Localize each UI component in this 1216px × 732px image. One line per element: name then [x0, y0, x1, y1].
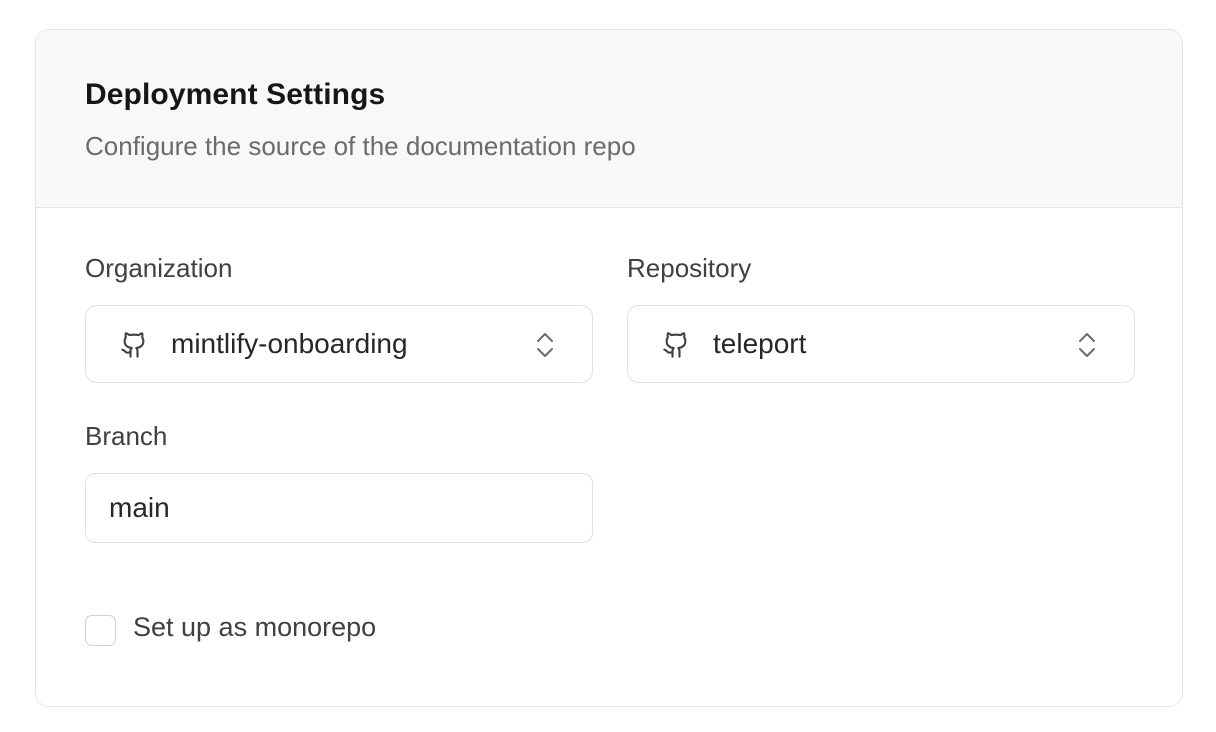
chevron-up-down-icon	[1079, 333, 1095, 357]
organization-value: mintlify-onboarding	[171, 328, 408, 359]
organization-select[interactable]: mintlify-onboarding	[85, 305, 593, 383]
branch-input[interactable]	[85, 473, 593, 543]
repository-label: Repository	[627, 253, 752, 283]
organization-label: Organization	[85, 253, 233, 283]
github-icon	[121, 332, 145, 358]
branch-label: Branch	[85, 421, 168, 451]
repository-value: teleport	[713, 328, 807, 359]
page-title: Deployment Settings	[85, 78, 386, 111]
card-header: Deployment Settings Configure the source…	[36, 30, 1182, 208]
monorepo-checkbox-label[interactable]: Set up as monorepo	[133, 612, 376, 643]
github-icon	[663, 332, 687, 358]
deployment-settings-card: Deployment Settings Configure the source…	[35, 29, 1183, 707]
monorepo-checkbox[interactable]	[85, 615, 116, 646]
chevron-up-down-icon	[537, 333, 553, 357]
page-subtitle: Configure the source of the documentatio…	[85, 131, 636, 161]
repository-select[interactable]: teleport	[627, 305, 1135, 383]
